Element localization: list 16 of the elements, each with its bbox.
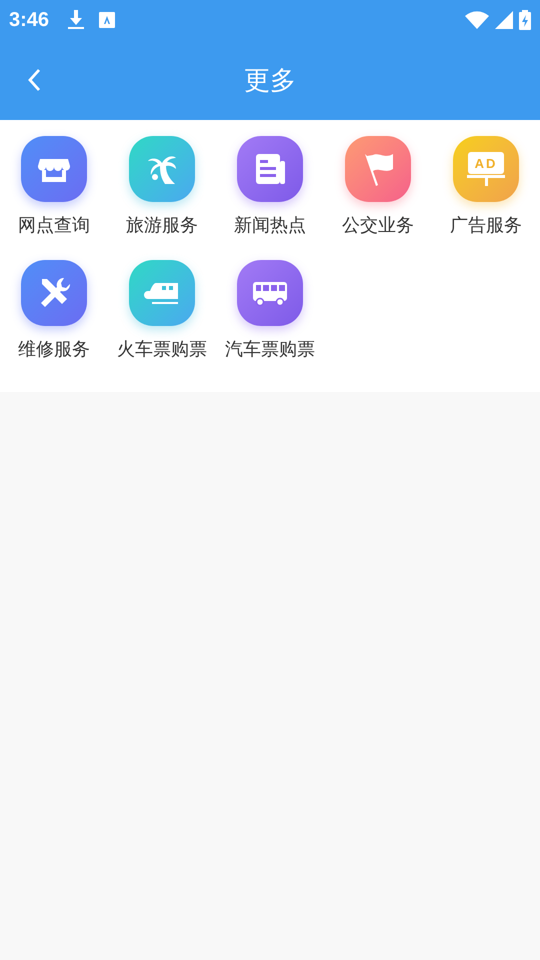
signal-icon xyxy=(495,11,513,29)
service-item[interactable]: AD 广告服务 xyxy=(432,136,540,260)
service-item[interactable]: 火车票购票 xyxy=(108,260,216,384)
service-item[interactable]: 网点查询 xyxy=(0,136,108,260)
page-title: 更多 xyxy=(244,64,296,96)
service-item[interactable]: 新闻热点 xyxy=(216,136,324,260)
status-time: 3:46 xyxy=(9,8,50,33)
service-item[interactable]: 公交业务 xyxy=(324,136,432,260)
notification-icon xyxy=(99,12,116,28)
download-icon xyxy=(67,10,86,30)
service-item[interactable]: 汽车票购票 xyxy=(216,260,324,384)
service-item[interactable]: 维修服务 xyxy=(0,260,108,384)
back-icon xyxy=(27,68,41,92)
wifi-icon xyxy=(465,11,489,29)
service-item[interactable]: 旅游服务 xyxy=(108,136,216,260)
battery-icon xyxy=(519,10,531,30)
